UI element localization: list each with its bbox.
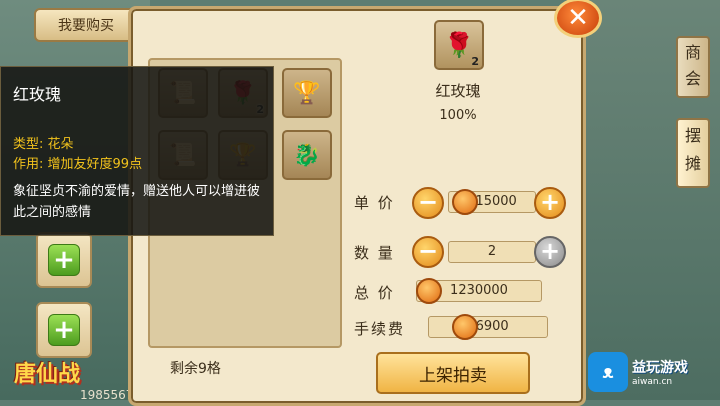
item-quantity: 2 (471, 55, 479, 68)
item-name: 红玫瑰 (435, 82, 481, 100)
add-slot-button[interactable]: + (36, 302, 92, 358)
coin-icon (452, 314, 478, 340)
total-price-label: 总 价 (354, 284, 395, 302)
price-decrease-button[interactable]: − (412, 187, 444, 219)
watermark: ᴥ 益玩游戏 aiwan.cn (588, 352, 688, 392)
goblet-icon: 🏆 (293, 80, 321, 106)
item-quality: 100% (439, 108, 477, 123)
add-slot-button[interactable]: + (36, 232, 92, 288)
tooltip-description: 象征坚贞不渝的爱情，赠送他人可以增进彼此之间的感情 (13, 184, 261, 220)
selected-item-icon: 🌹 2 (434, 20, 484, 70)
list-auction-button[interactable]: 上架拍卖 (376, 352, 530, 394)
game-logo: 唐仙战 (14, 361, 81, 387)
coin-icon (416, 278, 442, 304)
tooltip-effect-row: 作用: 增加友好度99点 (13, 153, 142, 172)
watermark-text: 益玩游戏 (632, 360, 688, 376)
remaining-slots-text: 剩余9格 (170, 361, 221, 377)
fee-label: 手续费 (354, 320, 406, 338)
cat-logo-icon: ᴥ (588, 352, 628, 392)
unit-price-label: 单 价 (354, 194, 395, 212)
tab-stall[interactable]: 摆摊 (676, 118, 710, 188)
plus-icon: + (48, 244, 80, 276)
close-icon: ✕ (567, 3, 589, 33)
quantity-field[interactable]: 2 (448, 241, 536, 263)
rose-icon: 🌹 (444, 31, 474, 59)
inventory-slot[interactable]: 🏆 (282, 68, 332, 118)
quantity-decrease-button[interactable]: − (412, 236, 444, 268)
tab-label: 商会 (684, 43, 701, 88)
tab-label: 摆摊 (684, 126, 701, 173)
coin-icon (452, 189, 478, 215)
item-tooltip: 红玫瑰 类型: 花朵 作用: 增加友好度99点 象征坚贞不渝的爱情，赠送他人可以… (0, 66, 274, 236)
watermark-subtext: aiwan.cn (632, 377, 673, 387)
tooltip-type-key: 类型: (13, 137, 44, 152)
inventory-slot[interactable]: 🐉 (282, 130, 332, 180)
fee-field: 36900 (428, 316, 548, 338)
jade-icon: 🐉 (293, 142, 321, 168)
tooltip-title: 红玫瑰 (13, 85, 62, 104)
tooltip-effect-key: 作用: (13, 157, 44, 172)
quantity-label: 数 量 (354, 244, 395, 262)
tooltip-type-row: 类型: 花朵 (13, 133, 74, 152)
price-increase-button[interactable]: + (534, 187, 566, 219)
tooltip-type-value: 花朵 (47, 137, 74, 152)
tooltip-effect-value: 增加友好度99点 (47, 157, 143, 172)
buy-tab[interactable]: 我要购买 (34, 8, 138, 42)
quantity-increase-button[interactable]: + (534, 236, 566, 268)
plus-icon: + (48, 314, 80, 346)
tab-commerce[interactable]: 商会 (676, 36, 710, 98)
